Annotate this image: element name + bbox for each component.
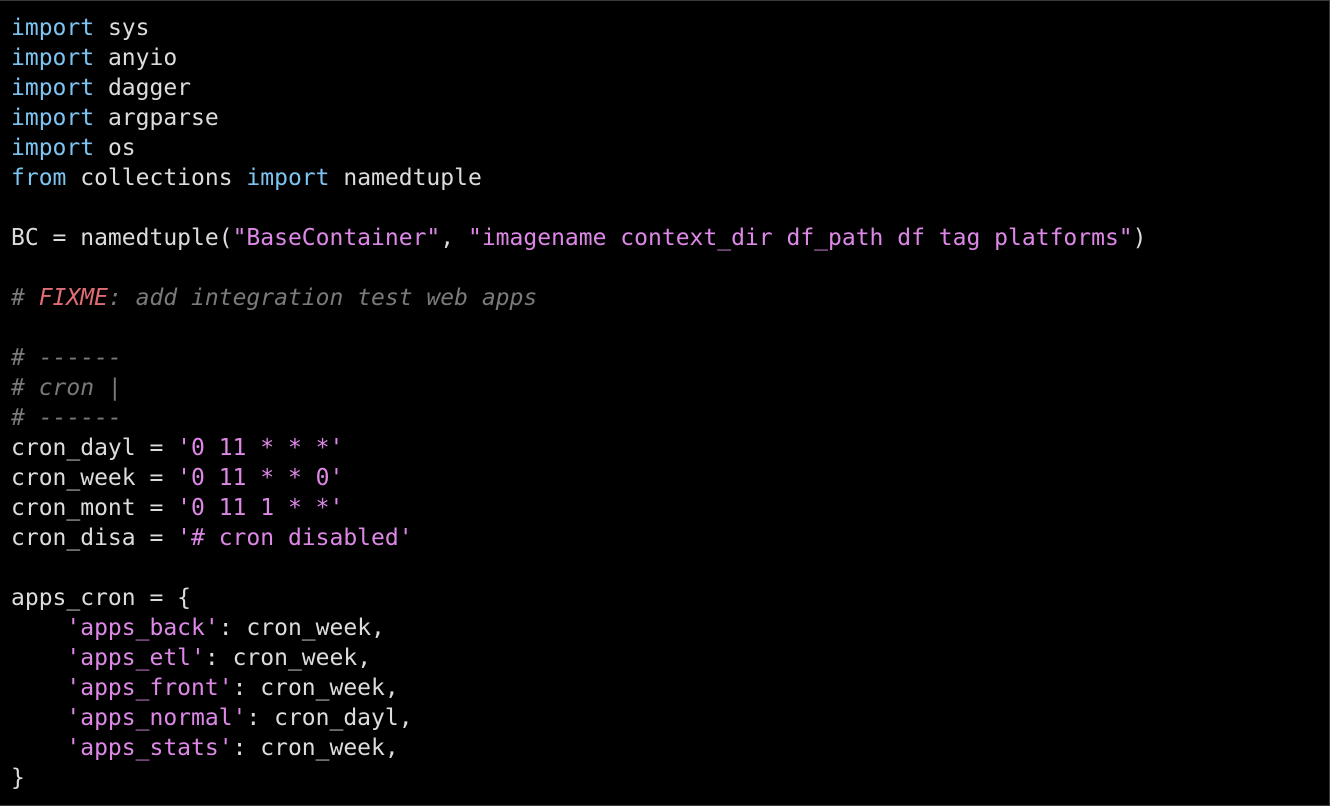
string-token: '0 11 * * *' [177, 435, 344, 461]
string-token: "imagename context_dir df_path df tag pl… [467, 225, 1133, 251]
code-area[interactable]: import sys import anyio import dagger impor… [11, 13, 1329, 793]
code-token: dagger [94, 75, 192, 101]
code-line[interactable] [11, 313, 1329, 343]
todo-token: FIXME [38, 285, 108, 311]
code-token: cron_week = [11, 465, 178, 491]
keyword-token: import [246, 165, 330, 191]
code-line[interactable]: cron_disa = '# cron disabled' [11, 523, 1329, 553]
code-token: anyio [94, 45, 178, 71]
keyword-token: from [11, 165, 67, 191]
code-token: : cron_week, [204, 645, 372, 671]
code-line[interactable]: BC = namedtuple("BaseContainer", "imagen… [11, 223, 1329, 253]
string-token: '0 11 * * 0' [177, 465, 344, 491]
code-line[interactable] [11, 193, 1329, 223]
comment-token: # ------ [11, 345, 122, 371]
keyword-token: import [11, 45, 95, 71]
comment-token: # [11, 285, 39, 311]
comment-token: : add integration test web apps [107, 285, 538, 311]
code-line[interactable]: # cron | [11, 373, 1329, 403]
string-token: "BaseContainer" [232, 225, 441, 251]
code-line[interactable]: 'apps_etl': cron_week, [11, 643, 1329, 673]
code-token: ) [1132, 225, 1147, 251]
code-line[interactable]: 'apps_back': cron_week, [11, 613, 1329, 643]
string-token: 'apps_stats' [66, 735, 233, 761]
code-line[interactable]: # ------ [11, 403, 1329, 433]
code-line[interactable]: # FIXME: add integration test web apps [11, 283, 1329, 313]
comment-token: # ------ [11, 405, 122, 431]
code-line[interactable]: import dagger [11, 73, 1329, 103]
comment-token: # cron | [11, 375, 122, 401]
code-token: } [11, 765, 25, 791]
string-token: '0 11 1 * *' [177, 495, 344, 521]
code-token: collections [66, 165, 247, 191]
code-line[interactable]: import sys [11, 13, 1329, 43]
string-token: 'apps_back' [66, 615, 219, 641]
code-token: : cron_dayl, [246, 705, 413, 731]
keyword-token: import [11, 105, 95, 131]
code-line[interactable]: 'apps_stats': cron_week, [11, 733, 1329, 763]
code-line[interactable]: cron_week = '0 11 * * 0' [11, 463, 1329, 493]
keyword-token: import [11, 135, 95, 161]
code-line[interactable]: cron_mont = '0 11 1 * *' [11, 493, 1329, 523]
code-token: : cron_week, [218, 615, 385, 641]
code-token: namedtuple [329, 165, 482, 191]
code-line[interactable]: import os [11, 133, 1329, 163]
code-token: sys [94, 15, 150, 41]
code-token: os [94, 135, 136, 161]
code-line[interactable] [11, 553, 1329, 583]
string-token: 'apps_front' [66, 675, 233, 701]
code-token: : cron_week, [232, 735, 399, 761]
code-editor[interactable]: import sys import anyio import dagger impor… [0, 0, 1330, 806]
code-line[interactable]: cron_dayl = '0 11 * * *' [11, 433, 1329, 463]
code-token: cron_mont = [11, 495, 178, 521]
keyword-token: import [11, 75, 95, 101]
code-token: apps_cron = { [11, 585, 192, 611]
code-line[interactable]: 'apps_front': cron_week, [11, 673, 1329, 703]
code-token: cron_dayl = [11, 435, 178, 461]
code-token: : cron_week, [232, 675, 399, 701]
string-token: 'apps_normal' [66, 705, 247, 731]
code-line[interactable]: from collections import namedtuple [11, 163, 1329, 193]
string-token: '# cron disabled' [177, 525, 413, 551]
code-line[interactable]: # ------ [11, 343, 1329, 373]
code-line[interactable] [11, 253, 1329, 283]
code-line[interactable]: } [11, 763, 1329, 793]
code-token: argparse [94, 105, 219, 131]
string-token: 'apps_etl' [66, 645, 205, 671]
code-token: BC = namedtuple( [11, 225, 233, 251]
code-line[interactable]: import argparse [11, 103, 1329, 133]
code-token: cron_disa = [11, 525, 178, 551]
code-line[interactable]: 'apps_normal': cron_dayl, [11, 703, 1329, 733]
code-token: , [440, 225, 468, 251]
code-line[interactable]: import anyio [11, 43, 1329, 73]
code-line[interactable]: apps_cron = { [11, 583, 1329, 613]
keyword-token: import [11, 15, 95, 41]
